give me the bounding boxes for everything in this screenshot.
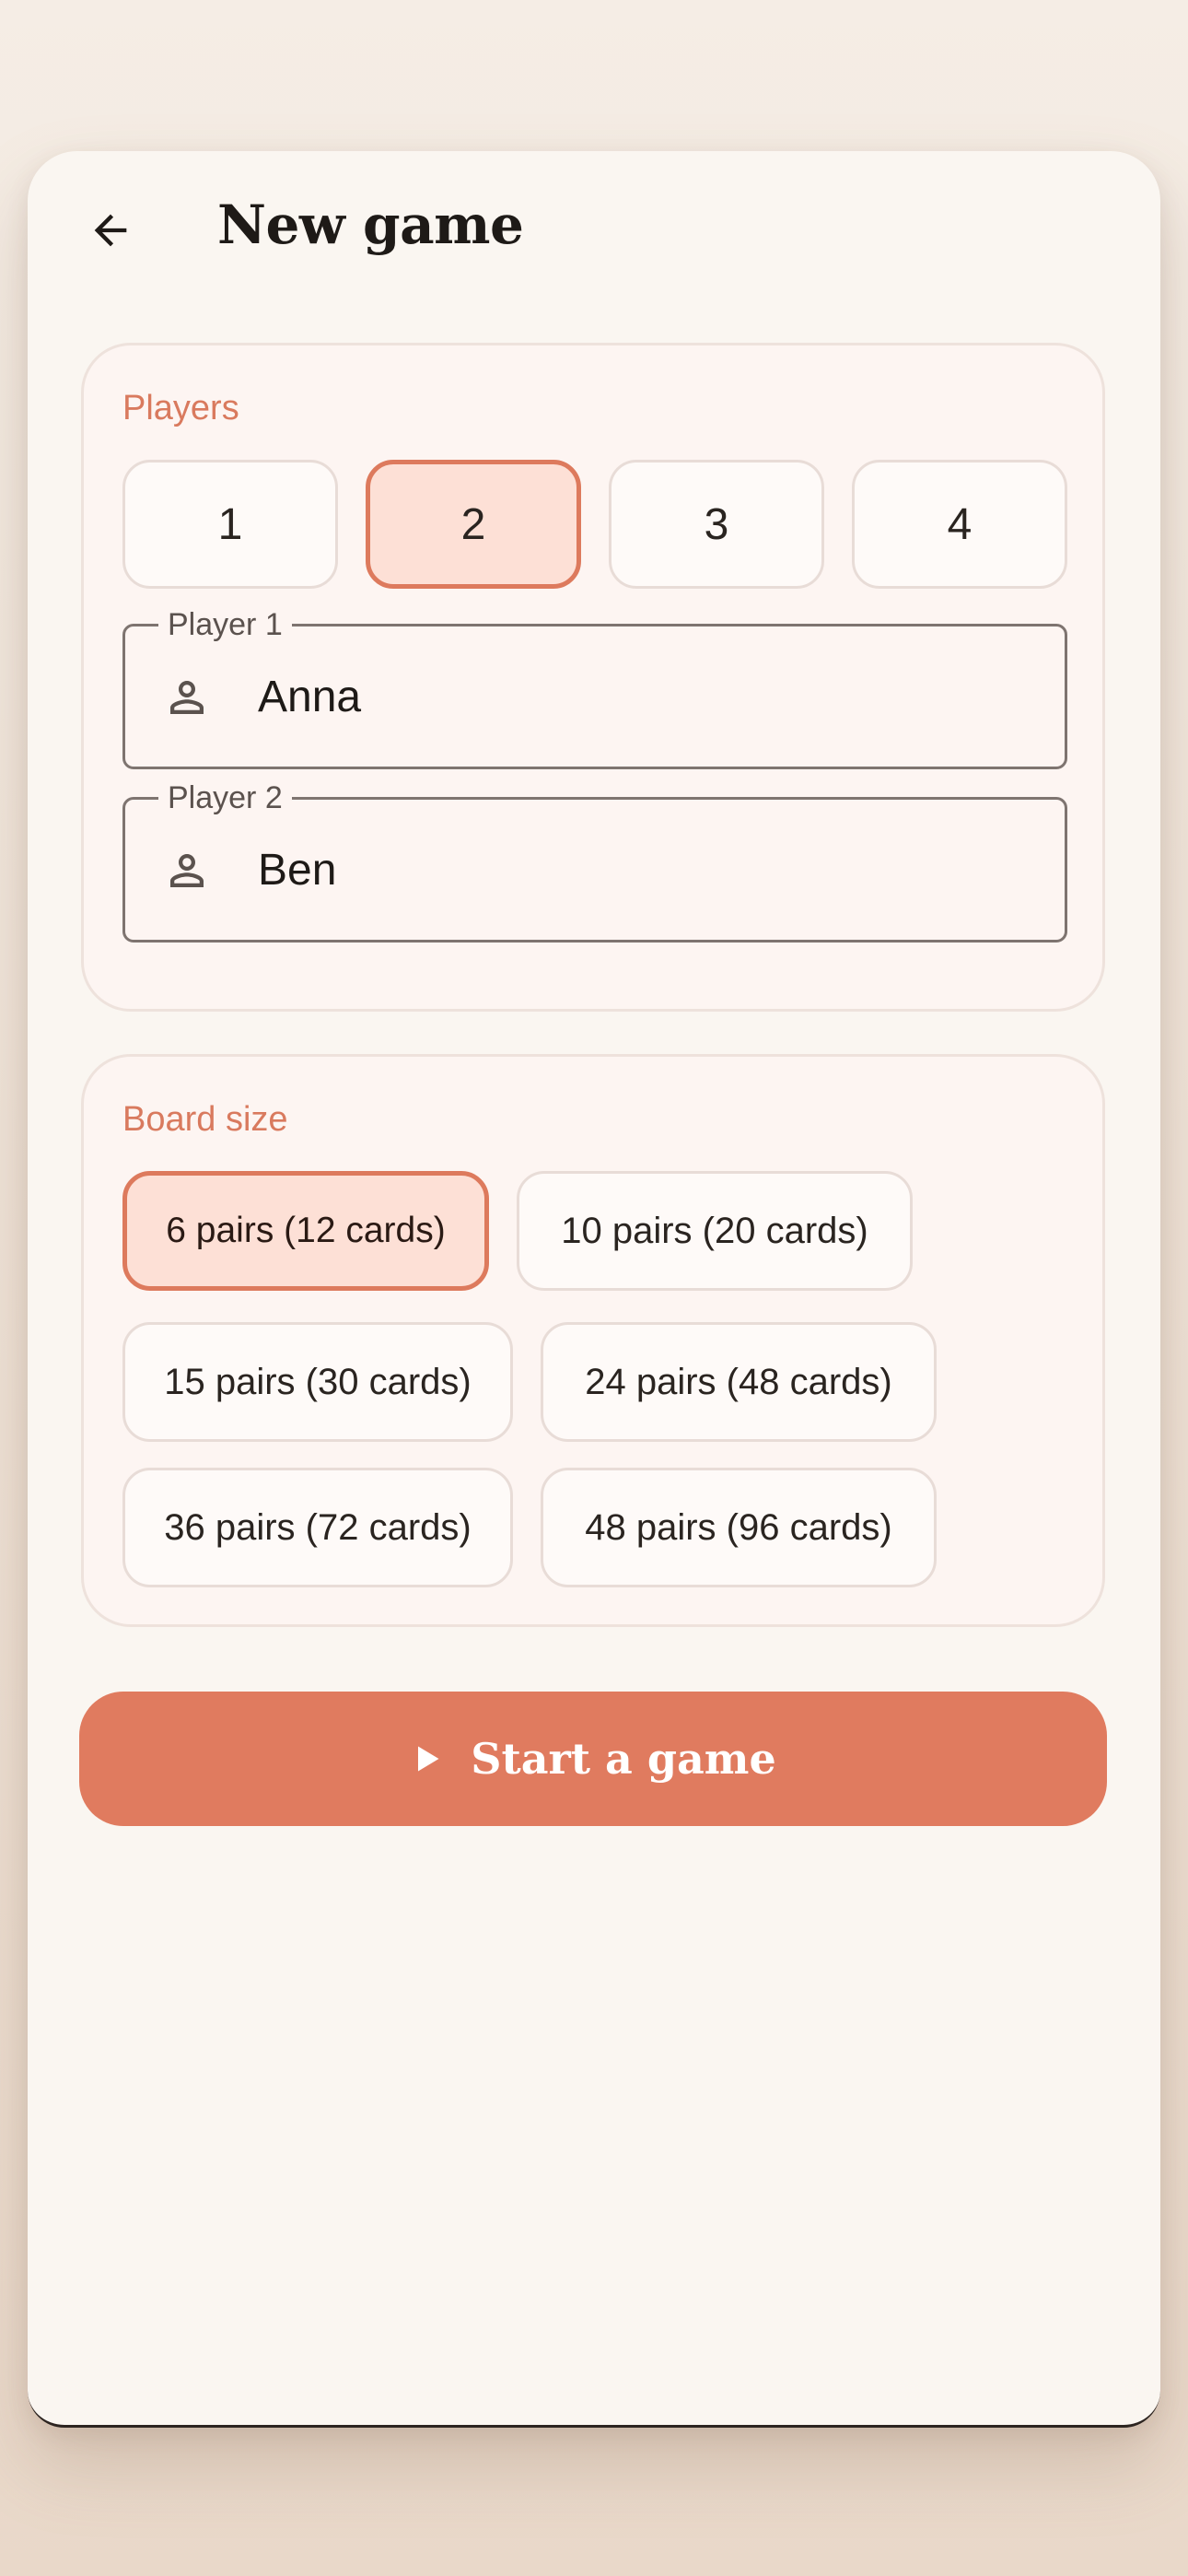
start-game-button[interactable]: Start a game	[79, 1692, 1107, 1826]
players-card: Players 1 2 3 4 Player 1 Anna Player 2 B…	[81, 343, 1105, 1012]
players-section-label: Players	[122, 389, 239, 427]
app-screen: New game Players 1 2 3 4 Player 1 Anna P…	[28, 151, 1160, 2428]
player-count-1-button[interactable]: 1	[122, 460, 338, 589]
board-size-card: Board size 6 pairs (12 cards) 10 pairs (…	[81, 1054, 1105, 1627]
board-size-option-24-pairs[interactable]: 24 pairs (48 cards)	[541, 1322, 937, 1442]
player-2-field[interactable]: Player 2 Ben	[122, 779, 1067, 943]
board-size-option-48-pairs[interactable]: 48 pairs (96 cards)	[541, 1468, 937, 1587]
page-title: New game	[217, 193, 524, 256]
start-game-label: Start a game	[471, 1734, 776, 1784]
person-icon	[170, 681, 204, 714]
player-2-label: Player 2	[158, 779, 292, 816]
person-icon	[170, 854, 204, 887]
back-button[interactable]	[66, 186, 155, 275]
player-1-value: Anna	[258, 673, 362, 721]
play-icon	[418, 1746, 439, 1772]
board-size-option-15-pairs[interactable]: 15 pairs (30 cards)	[122, 1322, 513, 1442]
board-size-section-label: Board size	[122, 1100, 288, 1139]
top-app-bar: New game	[28, 151, 1160, 299]
player-count-2-button[interactable]: 2	[366, 460, 581, 589]
player-2-value: Ben	[258, 846, 337, 895]
arrow-left-icon	[94, 214, 127, 247]
player-count-4-button[interactable]: 4	[852, 460, 1067, 589]
player-1-label: Player 1	[158, 606, 292, 643]
board-size-option-36-pairs[interactable]: 36 pairs (72 cards)	[122, 1468, 513, 1587]
board-size-option-10-pairs[interactable]: 10 pairs (20 cards)	[517, 1171, 913, 1291]
player-count-3-button[interactable]: 3	[609, 460, 824, 589]
board-size-option-6-pairs[interactable]: 6 pairs (12 cards)	[122, 1171, 489, 1291]
player-1-field[interactable]: Player 1 Anna	[122, 606, 1067, 769]
